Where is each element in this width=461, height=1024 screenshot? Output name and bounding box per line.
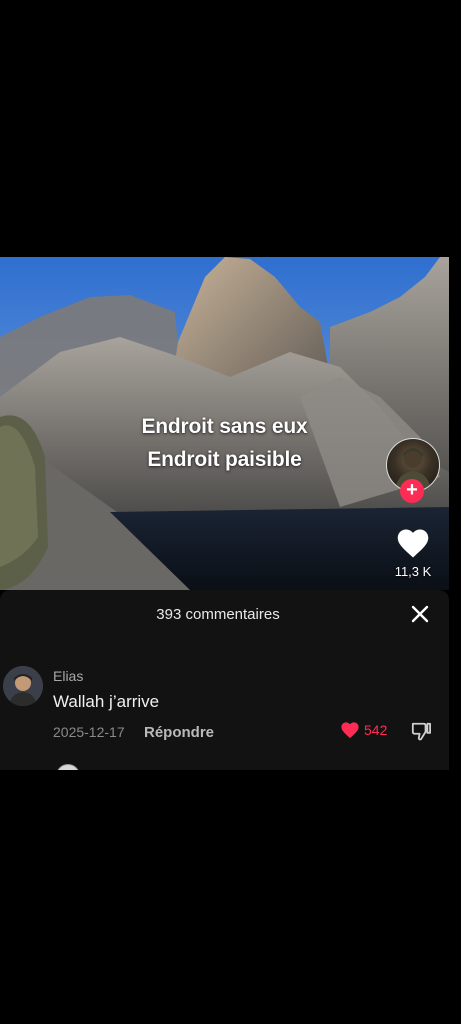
heart-icon[interactable] [395, 527, 431, 559]
heart-icon [341, 722, 359, 739]
close-button[interactable] [408, 602, 432, 626]
comment-date: 2025-12-17 [53, 724, 125, 740]
video-caption-line2: Endroit paisible [147, 448, 302, 471]
user-avatar-icon [3, 666, 43, 706]
commenter-avatar[interactable] [3, 666, 43, 706]
like-action[interactable]: 11,3 K [388, 527, 438, 579]
comment-like-count: 542 [364, 722, 388, 738]
close-icon [411, 605, 429, 623]
comment-username[interactable]: Elias [53, 668, 83, 684]
follow-button[interactable]: + [400, 479, 424, 503]
reply-button[interactable]: Répondre [144, 724, 214, 741]
comment-like-button[interactable]: 542 [340, 721, 387, 739]
video-caption-line1: Endroit sans eux [141, 415, 308, 438]
comments-count-title: 393 commentaires [156, 606, 280, 623]
next-comment-avatar[interactable] [56, 764, 80, 770]
creator-avatar-group[interactable]: + [386, 438, 440, 503]
comment-text: Wallah j’arrive [53, 692, 160, 711]
dislike-button[interactable] [410, 721, 432, 741]
video-like-count: 11,3 K [394, 564, 432, 579]
video-player[interactable]: Endroit sans eux Endroit paisible + 11,3… [0, 257, 449, 590]
plus-icon: + [406, 479, 418, 501]
dislike-icon [411, 722, 431, 741]
comments-sheet: 393 commentaires Elias Wallah j’arrive 2… [0, 590, 449, 770]
